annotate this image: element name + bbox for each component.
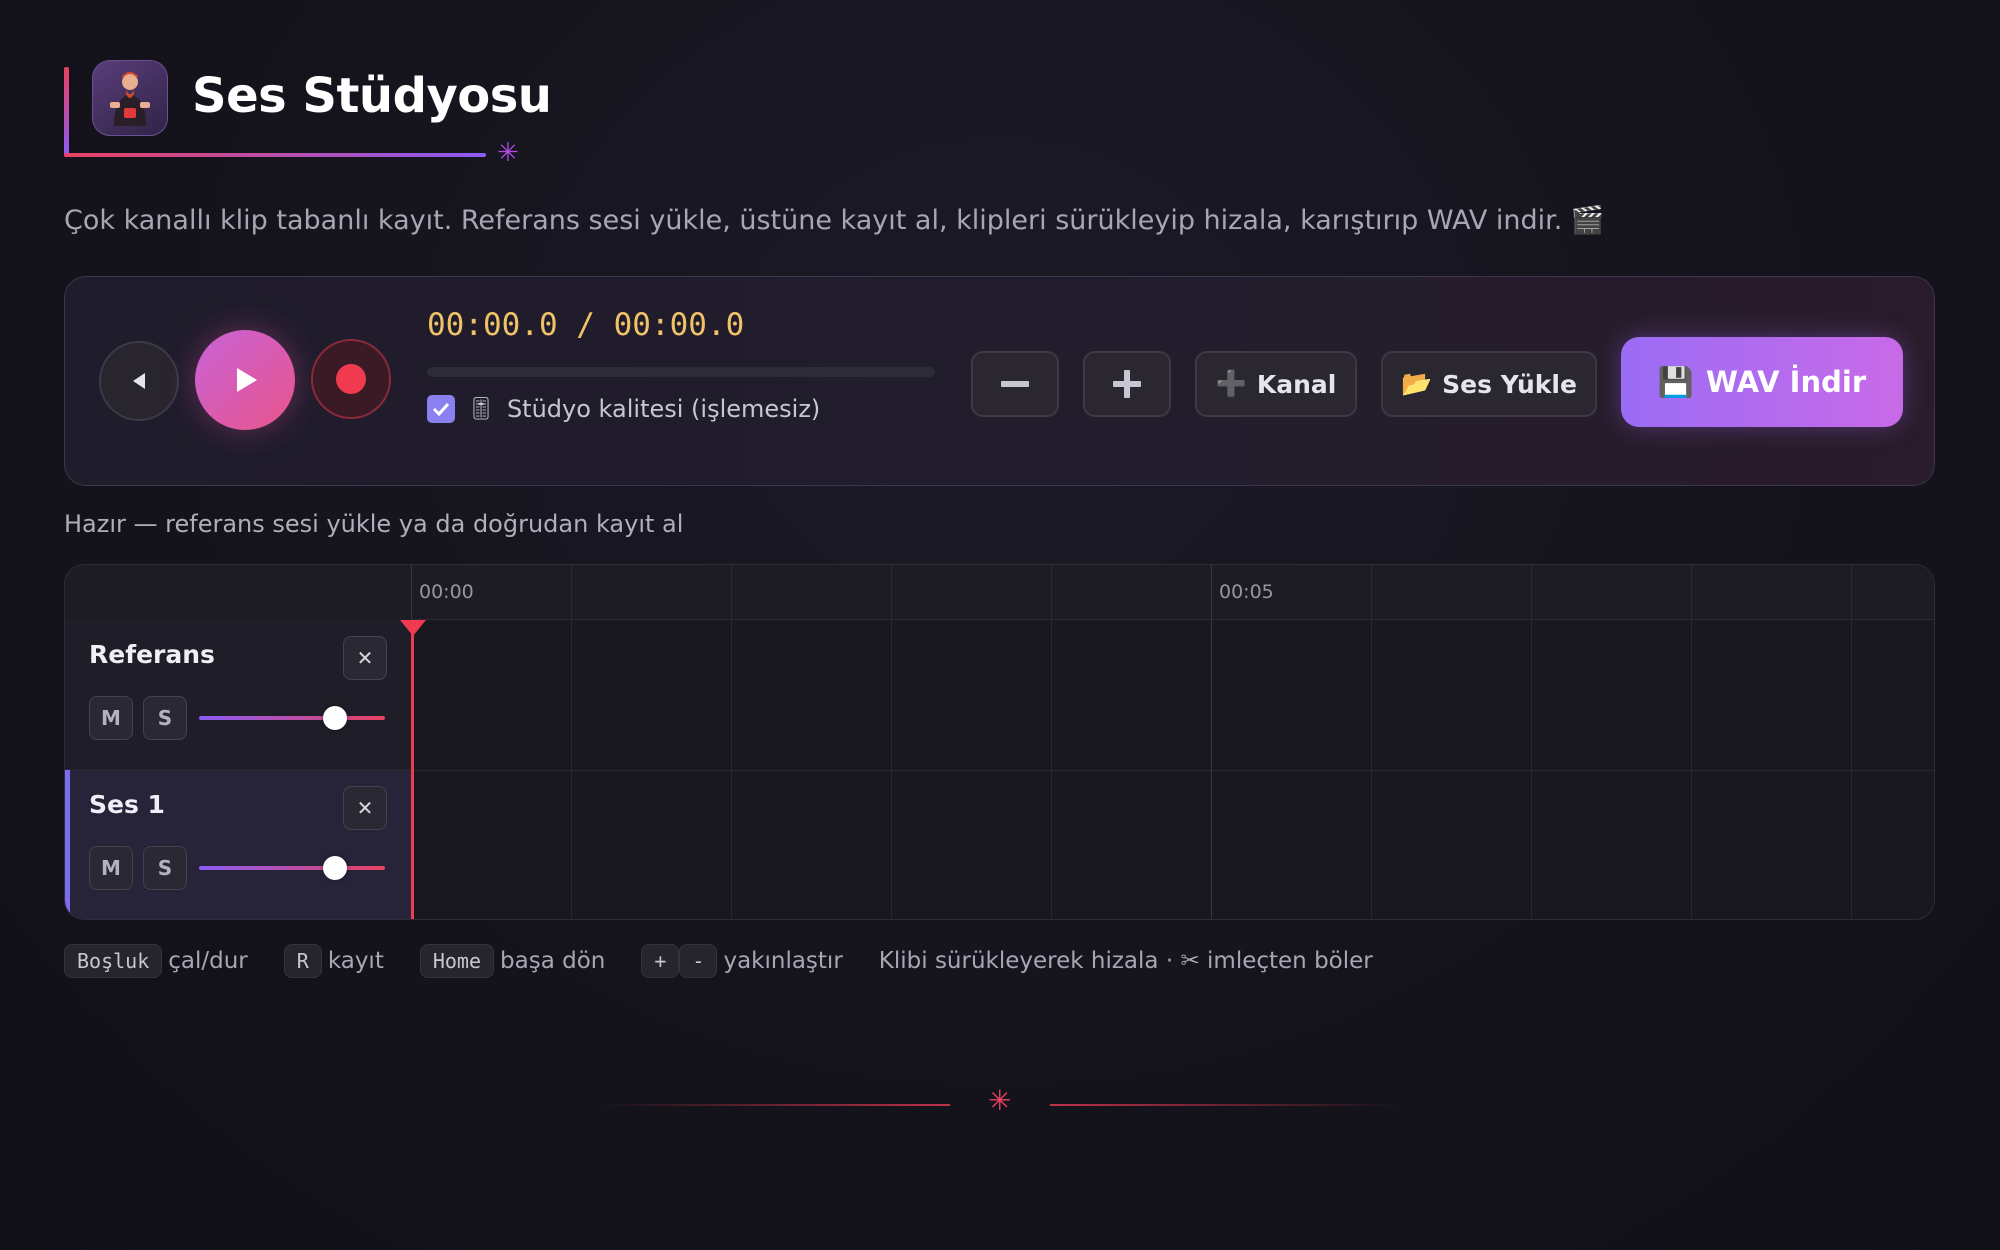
time-display: 00:00.0 / 00:00.0 <box>427 307 745 343</box>
delete-track-button[interactable]: ✕ <box>343 786 387 830</box>
shortcut-text-zoom: yakınlaştır <box>723 948 843 974</box>
track-header-referans: Referans ✕ M S <box>65 620 411 770</box>
grid-line <box>1851 620 1852 919</box>
volume-slider-knob[interactable] <box>323 856 347 880</box>
app-logo <box>92 60 168 136</box>
mute-button[interactable]: M <box>89 846 133 890</box>
play-button[interactable] <box>195 330 295 430</box>
footer-sparkle-icon: ✳ <box>988 1084 1012 1117</box>
grid-line <box>1531 620 1532 919</box>
footer-ornament: ✳ <box>600 1087 1400 1115</box>
time-ruler[interactable]: 00:00 00:05 <box>411 565 1934 620</box>
grid-line <box>1211 620 1212 919</box>
kbd-plus: + <box>641 944 680 978</box>
folder-icon: 📂 <box>1401 369 1433 398</box>
play-icon <box>237 368 257 392</box>
slider-emoji-icon: 🎚 <box>467 396 495 422</box>
zoom-out-button[interactable] <box>971 351 1059 417</box>
ruler-spacer <box>65 565 411 620</box>
grid-line <box>571 620 572 919</box>
page-title: Ses Stüdyosu <box>192 68 552 124</box>
close-icon: ✕ <box>356 796 374 820</box>
load-audio-button[interactable]: 📂 Ses Yükle <box>1381 351 1597 417</box>
track-lanes[interactable] <box>411 620 1934 919</box>
download-wav-label: WAV İndir <box>1705 365 1867 399</box>
keyboard-shortcuts: Boşluk çal/dur R kayıt Home başa dön + -… <box>64 944 1373 978</box>
volume-slider[interactable] <box>199 856 385 880</box>
volume-slider[interactable] <box>199 706 385 730</box>
zoom-in-button[interactable] <box>1083 351 1171 417</box>
transport-panel: 00:00.0 / 00:00.0 🎚 Stüdyo kalitesi (işl… <box>64 276 1935 486</box>
playhead-marker-icon[interactable] <box>400 620 426 636</box>
lane-separator <box>411 770 1934 771</box>
grid-line <box>891 620 892 919</box>
delete-track-button[interactable]: ✕ <box>343 636 387 680</box>
floppy-disk-icon: 💾 <box>1657 364 1694 399</box>
ruler-label-0: 00:00 <box>419 581 474 603</box>
quality-checkbox[interactable] <box>427 395 455 423</box>
quality-label: Stüdyo kalitesi (işlemesiz) <box>506 395 821 423</box>
shortcut-text-home: başa dön <box>500 948 606 974</box>
kbd-home: Home <box>419 944 495 978</box>
progress-bar[interactable] <box>427 367 935 377</box>
quality-toggle[interactable]: 🎚 Stüdyo kalitesi (işlemesiz) <box>427 395 820 423</box>
rewind-button[interactable] <box>99 341 179 421</box>
add-channel-label: Kanal <box>1256 369 1337 399</box>
kbd-space: Boşluk <box>64 944 163 978</box>
playhead[interactable] <box>411 620 414 919</box>
solo-button[interactable]: S <box>143 846 187 890</box>
footer-line-left <box>600 1104 950 1106</box>
grid-line <box>1691 565 1692 619</box>
plus-icon <box>1113 370 1141 398</box>
grid-line <box>1691 620 1692 919</box>
download-wav-button[interactable]: 💾 WAV İndir <box>1621 337 1903 427</box>
footer-line-right <box>1050 1104 1400 1106</box>
page-subtitle: Çok kanallı klip tabanlı kayıt. Referans… <box>64 205 1605 236</box>
record-dot-icon <box>336 364 366 394</box>
mute-button[interactable]: M <box>89 696 133 740</box>
grid-line <box>1531 565 1532 619</box>
timeline: 00:00 00:05 Referans ✕ M S Ses 1 ✕ M S <box>64 564 1935 920</box>
load-audio-label: Ses Yükle <box>1442 369 1577 399</box>
app-header: ✳ Ses Stüdyosu <box>64 60 584 166</box>
shortcut-text-record: kayıt <box>327 948 384 974</box>
minus-icon <box>1001 381 1029 387</box>
back-triangle-icon <box>133 373 145 389</box>
grid-line <box>1051 565 1052 619</box>
track-name: Ses 1 <box>89 790 165 819</box>
header-accent-bar <box>64 67 69 157</box>
header-underline <box>64 153 486 157</box>
track-header-ses-1: Ses 1 ✕ M S <box>65 770 411 919</box>
grid-line <box>1211 565 1212 619</box>
record-button[interactable] <box>311 339 391 419</box>
grid-line <box>891 565 892 619</box>
add-channel-plus-icon: ➕ <box>1215 369 1247 398</box>
volume-slider-knob[interactable] <box>323 706 347 730</box>
shortcut-text-play: çal/dur <box>168 948 248 974</box>
kbd-minus: - <box>679 944 718 978</box>
grid-line <box>571 565 572 619</box>
grid-line <box>1851 565 1852 619</box>
ruler-label-5: 00:05 <box>1219 581 1274 603</box>
close-icon: ✕ <box>356 646 374 670</box>
shortcut-tip: Klibi sürükleyerek hizala · ✂ imleçten b… <box>878 948 1373 974</box>
add-channel-button[interactable]: ➕ Kanal <box>1195 351 1357 417</box>
sparkle-icon: ✳ <box>497 138 519 168</box>
grid-line <box>731 565 732 619</box>
kbd-r: R <box>283 944 322 978</box>
grid-line <box>1371 620 1372 919</box>
grid-line <box>411 565 412 619</box>
grid-line <box>1051 620 1052 919</box>
solo-button[interactable]: S <box>143 696 187 740</box>
grid-line <box>731 620 732 919</box>
track-name: Referans <box>89 640 215 669</box>
musician-avatar-icon <box>110 72 150 126</box>
grid-line <box>1371 565 1372 619</box>
checkmark-icon <box>432 402 450 417</box>
status-text: Hazır — referans sesi yükle ya da doğrud… <box>64 510 684 538</box>
